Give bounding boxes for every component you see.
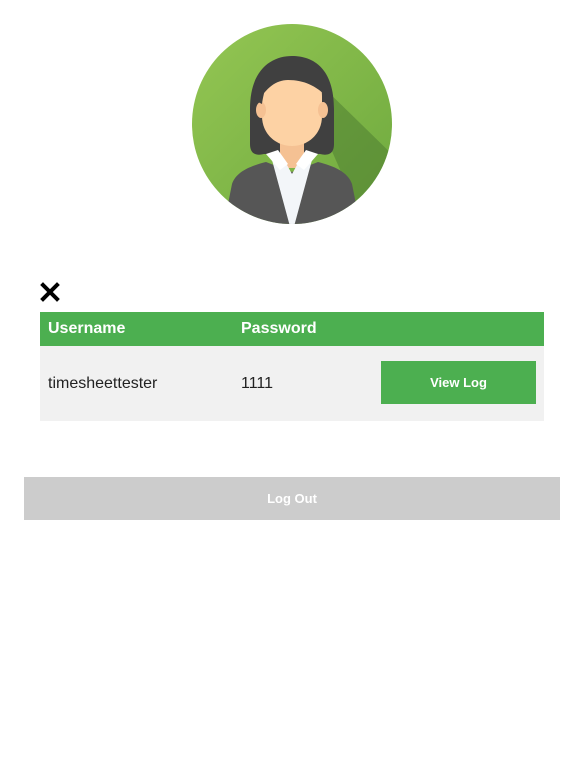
close-icon — [40, 282, 60, 302]
username-cell: timesheettester — [48, 375, 158, 392]
password-cell: 1111 — [241, 375, 274, 392]
close-button[interactable] — [40, 282, 60, 302]
username-column-header: Username — [48, 320, 126, 337]
password-column-header: Password — [241, 320, 317, 337]
log-out-button[interactable]: Log Out — [24, 477, 560, 520]
user-avatar-female-icon — [192, 24, 392, 224]
profile-avatar — [192, 24, 392, 224]
view-log-button[interactable]: View Log — [381, 361, 536, 404]
users-table: Username Password timesheettester 1111 V… — [40, 312, 544, 421]
table-row: timesheettester 1111 View Log — [40, 346, 544, 421]
table-header: Username Password — [40, 312, 544, 346]
